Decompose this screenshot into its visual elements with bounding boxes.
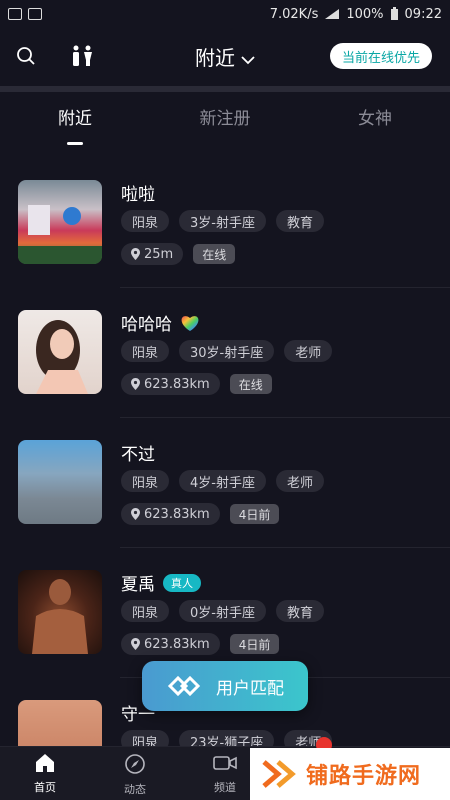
distance-tag: 623.83km bbox=[121, 633, 220, 655]
distance-tag: 25m bbox=[121, 243, 184, 265]
user-name: 不过 bbox=[121, 445, 155, 465]
list-item[interactable]: 哈哈哈 阳泉 30岁-射手座 老师 623.83km 在线 bbox=[0, 288, 450, 418]
top-bar: 附近 当前在线优先 bbox=[0, 32, 450, 80]
video-icon bbox=[213, 756, 237, 770]
tab-goddess[interactable]: 女神 bbox=[358, 104, 392, 129]
avatar bbox=[18, 310, 102, 394]
user-name: 哈哈哈 bbox=[121, 310, 200, 335]
user-name: 啦啦 bbox=[121, 185, 155, 205]
location-pin-icon bbox=[131, 378, 140, 390]
avatar bbox=[18, 180, 102, 264]
list-item[interactable]: 啦啦 阳泉 3岁-射手座 教育 25m 在线 bbox=[0, 158, 450, 288]
job-tag: 老师 bbox=[284, 340, 333, 362]
user-name: 夏禹 真人 bbox=[121, 570, 201, 595]
online-first-button[interactable]: 当前在线优先 bbox=[329, 43, 432, 69]
compass-icon bbox=[125, 754, 145, 774]
age-sign-tag: 4岁-射手座 bbox=[179, 470, 266, 492]
online-status: 在线 bbox=[193, 244, 236, 264]
age-sign-tag: 30岁-射手座 bbox=[179, 340, 275, 362]
notification-icon bbox=[8, 8, 22, 20]
user-match-button[interactable]: 用户匹配 bbox=[142, 661, 308, 711]
nav-moments[interactable]: 动态 bbox=[105, 753, 165, 797]
watermark: 铺路手游网 bbox=[250, 748, 450, 800]
signal-icon bbox=[325, 9, 340, 19]
online-status: 在线 bbox=[229, 374, 272, 394]
age-sign-tag: 0岁-射手座 bbox=[179, 600, 266, 622]
location-pin-icon bbox=[131, 508, 140, 520]
battery-text: 100% bbox=[346, 6, 384, 22]
tab-bar: 附近 新注册 女神 bbox=[0, 104, 450, 144]
avatar bbox=[18, 440, 102, 524]
activity-icon bbox=[28, 8, 42, 20]
location-pin-icon bbox=[131, 248, 140, 260]
nav-home[interactable]: 首页 bbox=[15, 753, 75, 795]
watermark-logo-icon bbox=[262, 760, 296, 788]
header-divider bbox=[0, 86, 450, 92]
tab-nearby[interactable]: 附近 bbox=[58, 104, 92, 129]
clock: 09:22 bbox=[404, 6, 442, 22]
home-icon bbox=[36, 754, 54, 772]
tab-indicator bbox=[67, 142, 83, 145]
tab-new[interactable]: 新注册 bbox=[200, 104, 251, 129]
chevron-down-icon bbox=[241, 55, 255, 64]
list-item[interactable]: 夏禹 真人 阳泉 0岁-射手座 教育 623.83km 4日前 bbox=[0, 548, 450, 678]
city-tag: 阳泉 bbox=[121, 340, 170, 362]
distance-tag: 623.83km bbox=[121, 373, 220, 395]
job-tag: 教育 bbox=[275, 210, 324, 232]
list-item[interactable]: 不过 阳泉 4岁-射手座 老师 623.83km 4日前 bbox=[0, 418, 450, 548]
avatar bbox=[18, 570, 102, 654]
last-active-status: 4日前 bbox=[229, 504, 280, 524]
network-speed: 7.02K/s bbox=[269, 6, 319, 22]
job-tag: 教育 bbox=[275, 600, 324, 622]
rainbow-heart-icon bbox=[181, 315, 199, 331]
battery-icon bbox=[390, 7, 398, 20]
city-tag: 阳泉 bbox=[121, 470, 170, 492]
distance-tag: 623.83km bbox=[121, 503, 220, 525]
status-bar: 7.02K/s 100% 09:22 bbox=[0, 0, 450, 28]
city-tag: 阳泉 bbox=[121, 210, 170, 232]
nav-channel[interactable]: 频道 bbox=[195, 753, 255, 795]
match-icon bbox=[167, 675, 201, 697]
age-sign-tag: 3岁-射手座 bbox=[179, 210, 266, 232]
verified-badge: 真人 bbox=[163, 573, 201, 592]
city-tag: 阳泉 bbox=[121, 600, 170, 622]
last-active-status: 4日前 bbox=[229, 634, 280, 654]
location-pin-icon bbox=[131, 638, 140, 650]
job-tag: 老师 bbox=[275, 470, 324, 492]
